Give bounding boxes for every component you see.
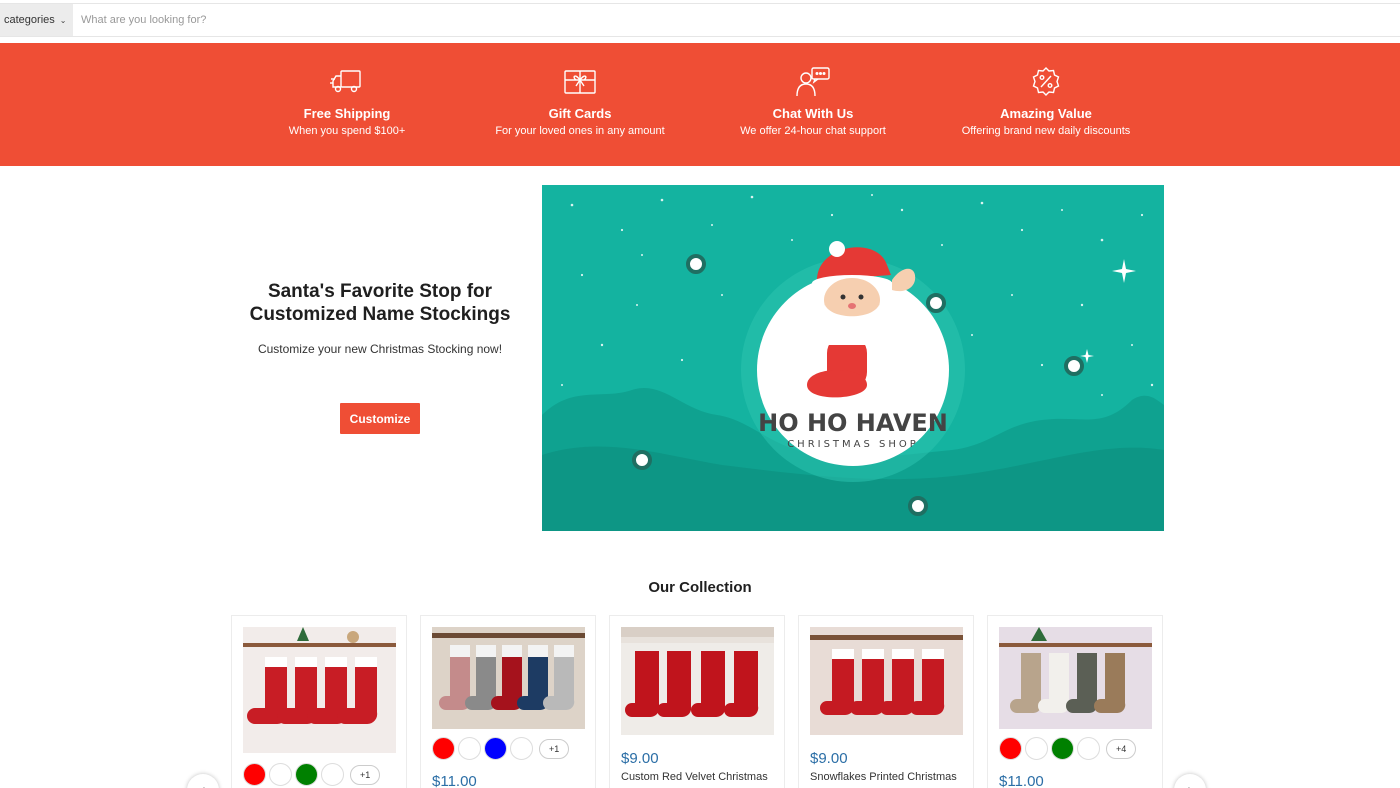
color-swatches: +1 (432, 737, 570, 760)
product-name[interactable]: Snowflakes Printed Christmas (810, 770, 965, 784)
hero-subtitle: Customize your new Christmas Stocking no… (257, 342, 503, 356)
product-price: $9.00 (621, 750, 659, 767)
swatch-green[interactable] (1051, 737, 1074, 760)
feature-subtitle: We offer 24-hour chat support (740, 125, 886, 137)
feature-gift-cards: Gift Cards For your loved ones in any am… (460, 43, 700, 166)
product-image[interactable] (999, 627, 1152, 729)
chevron-down-icon: ⌄ (59, 15, 67, 25)
feature-subtitle: For your loved ones in any amount (495, 125, 665, 137)
hero-banner-art: HO HO HAVEN CHRISTMAS SHOP (542, 185, 1164, 531)
discount-badge-icon (1032, 67, 1060, 96)
swatch-white[interactable] (458, 737, 481, 760)
gift-card-icon (564, 70, 596, 94)
hero-banner[interactable]: HO HO HAVEN CHRISTMAS SHOP (542, 185, 1164, 531)
product-card[interactable]: +4 $11.00 (987, 615, 1163, 788)
swatch-white[interactable] (510, 737, 533, 760)
feature-title: Chat With Us (772, 106, 854, 121)
feature-free-shipping: Free Shipping When you spend $100+ (227, 43, 467, 166)
product-card[interactable]: +1 $11.00 (420, 615, 596, 788)
product-image[interactable] (243, 627, 396, 753)
feature-title: Amazing Value (1000, 106, 1092, 121)
features-banner: Free Shipping When you spend $100+ Gift … (0, 43, 1400, 166)
more-swatches-button[interactable]: +1 (539, 738, 570, 759)
swatch-white[interactable] (1025, 737, 1048, 760)
banner-logo-title: HO HO HAVEN (758, 409, 948, 437)
more-swatches-button[interactable]: +4 (1106, 738, 1137, 759)
swatch-red[interactable] (999, 737, 1022, 760)
hero-title: Santa's Favorite Stop for Customized Nam… (249, 281, 511, 325)
product-image[interactable] (432, 627, 585, 729)
carousel-next-button[interactable]: › (1174, 774, 1206, 788)
color-swatches: +4 (999, 737, 1137, 760)
product-card[interactable]: +1 (231, 615, 407, 788)
product-price: $9.00 (810, 750, 848, 767)
color-swatches: +1 (243, 763, 381, 786)
product-image[interactable] (621, 627, 774, 735)
banner-logo-subtitle: CHRISTMAS SHOP (787, 439, 919, 450)
truck-icon (330, 70, 361, 93)
chat-support-icon (796, 67, 830, 97)
feature-subtitle: Offering brand new daily discounts (961, 125, 1131, 137)
product-name[interactable]: Custom Red Velvet Christmas (621, 770, 776, 784)
search-bar: categories ⌄ (0, 3, 1400, 37)
swatch-red[interactable] (432, 737, 455, 760)
category-select-label: categories (4, 14, 55, 26)
search-input[interactable] (73, 4, 1400, 36)
category-select[interactable]: categories ⌄ (0, 4, 73, 36)
product-card[interactable]: $9.00 Custom Red Velvet Christmas (609, 615, 785, 788)
swatch-green[interactable] (295, 763, 318, 786)
feature-chat: Chat With Us We offer 24-hour chat suppo… (693, 43, 933, 166)
chevron-right-icon: › (1188, 781, 1193, 788)
swatch-white[interactable] (1077, 737, 1100, 760)
product-price: $11.00 (999, 773, 1044, 788)
swatch-blue[interactable] (484, 737, 507, 760)
hero-text-block: Santa's Favorite Stop for Customized Nam… (230, 280, 530, 434)
swatch-red[interactable] (243, 763, 266, 786)
customize-button[interactable]: Customize (340, 403, 420, 434)
feature-subtitle: When you spend $100+ (288, 125, 406, 137)
product-card[interactable]: $9.00 Snowflakes Printed Christmas (798, 615, 974, 788)
chevron-left-icon: ‹ (201, 781, 206, 788)
product-image[interactable] (810, 627, 963, 735)
feature-title: Gift Cards (548, 106, 612, 121)
collection-title: Our Collection (648, 579, 752, 596)
product-price: $11.00 (432, 773, 477, 788)
feature-title: Free Shipping (303, 106, 391, 121)
carousel-prev-button[interactable]: ‹ (187, 774, 219, 788)
swatch-white[interactable] (269, 763, 292, 786)
swatch-white[interactable] (321, 763, 344, 786)
feature-amazing-value: Amazing Value Offering brand new daily d… (926, 43, 1166, 166)
more-swatches-button[interactable]: +1 (350, 764, 381, 785)
